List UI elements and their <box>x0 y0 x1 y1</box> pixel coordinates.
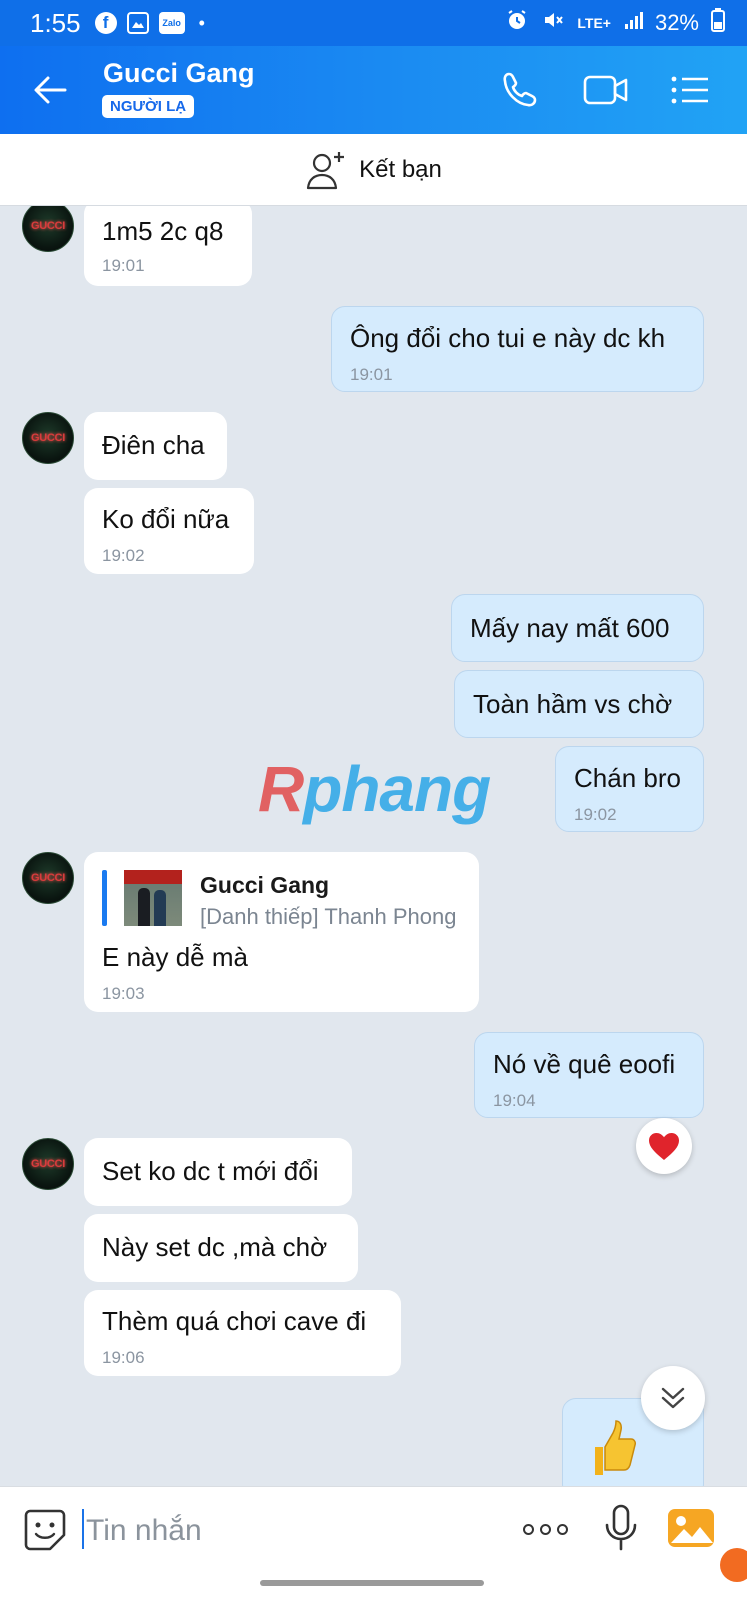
send-photo-button[interactable] <box>666 1505 716 1551</box>
message-bubble-incoming[interactable]: 1m5 2c q8 19:01 <box>84 206 252 286</box>
message-time: 19:03 <box>102 984 145 1003</box>
message-list[interactable]: Rphang GUCCI 1m5 2c q8 19:01 Ông đổi cho… <box>0 206 747 1486</box>
message-bubble-incoming[interactable]: Set ko dc t mới đổi <box>84 1138 352 1206</box>
message-bubble-incoming[interactable]: Thèm quá chơi cave đi 19:06 <box>84 1290 401 1376</box>
message-input[interactable] <box>86 1509 466 1553</box>
battery-percent: 32% <box>654 10 699 35</box>
message-bubble-incoming[interactable]: Ko đổi nữa 19:02 <box>84 488 254 574</box>
contact-name[interactable]: Gucci Gang <box>103 58 255 89</box>
message-bubble-outgoing[interactable]: Nó về quê eoofi 19:04 <box>474 1032 704 1118</box>
message-text: E này dễ mà <box>102 942 248 972</box>
message-text: Ko đổi nữa <box>102 504 230 534</box>
chat-header: Gucci Gang NGƯỜI LẠ <box>0 46 747 134</box>
text-cursor <box>82 1509 84 1549</box>
notification-dot-icon: • <box>198 12 205 33</box>
message-bubble-incoming[interactable]: Gucci Gang [Danh thiếp] Thanh Phong E nà… <box>84 852 479 1012</box>
message-time: 19:02 <box>102 546 145 565</box>
facebook-icon: f <box>94 12 117 34</box>
quoted-sender-name: Gucci Gang <box>200 872 330 898</box>
contact-avatar[interactable]: GUCCI <box>22 412 74 464</box>
message-time: 19:04 <box>493 1091 536 1110</box>
status-time: 1:55 <box>30 7 81 38</box>
voice-message-button[interactable] <box>603 1503 639 1553</box>
message-text: Nó về quê eoofi <box>493 1049 676 1079</box>
zalo-icon: Zalo <box>158 12 185 34</box>
sticker-button[interactable] <box>22 1507 68 1553</box>
back-arrow-icon <box>34 76 67 104</box>
message-text: Toàn hầm vs chờ <box>473 689 673 719</box>
message-bubble-outgoing[interactable]: Chán bro 19:02 <box>555 746 704 832</box>
voice-call-button[interactable] <box>494 64 546 116</box>
message-text: Này set dc ,mà chờ <box>102 1232 328 1262</box>
add-friend-icon <box>307 151 345 189</box>
message-bubble-outgoing[interactable]: Toàn hầm vs chờ <box>454 670 704 738</box>
message-time: 19:01 <box>102 256 145 275</box>
signal-icon <box>623 10 643 36</box>
reaction-button[interactable] <box>636 1118 692 1174</box>
thumbs-up-icon <box>595 1420 636 1475</box>
message-text: Thèm quá chơi cave đi <box>102 1306 367 1336</box>
mute-icon <box>541 8 565 38</box>
alarm-icon <box>505 8 529 38</box>
contact-avatar[interactable]: GUCCI <box>22 206 74 252</box>
message-time: 19:02 <box>574 805 617 824</box>
message-bubble-outgoing[interactable]: Ông đổi cho tui e này dc kh 19:01 <box>331 306 704 392</box>
message-text: Điên cha <box>102 430 205 460</box>
gallery-icon <box>126 12 149 34</box>
message-text: Mấy nay mất 600 <box>470 613 670 643</box>
contact-avatar[interactable]: GUCCI <box>22 1138 74 1190</box>
floating-bubble-icon[interactable] <box>720 1548 747 1582</box>
menu-list-icon <box>671 76 708 104</box>
stranger-badge: NGƯỜI LẠ <box>102 95 195 118</box>
double-chevron-down-icon <box>661 1387 685 1409</box>
network-type: LTE+ <box>577 15 611 31</box>
message-bubble-outgoing[interactable]: Mấy nay mất 600 <box>451 594 704 662</box>
watermark-logo: Rphang <box>258 753 491 825</box>
message-text: 1m5 2c q8 <box>102 216 224 246</box>
message-time: 19:06 <box>102 1348 145 1367</box>
photo-icon <box>668 1509 714 1547</box>
scroll-to-bottom-button[interactable] <box>641 1366 705 1430</box>
add-friend-button[interactable]: Kết bạn <box>0 134 747 206</box>
back-button[interactable] <box>24 64 76 116</box>
more-dots-icon <box>522 1523 534 1535</box>
contact-avatar[interactable]: GUCCI <box>22 852 74 904</box>
status-bar: 1:55 f Zalo • LTE+ 32% <box>0 0 747 46</box>
quoted-card-label: [Danh thiếp] Thanh Phong <box>200 904 457 929</box>
message-text: Chán bro <box>574 763 681 793</box>
home-indicator[interactable] <box>260 1580 484 1586</box>
video-call-button[interactable] <box>580 64 632 116</box>
message-bubble-incoming[interactable]: Điên cha <box>84 412 227 480</box>
message-text: Ông đổi cho tui e này dc kh <box>350 323 666 353</box>
message-text: Set ko dc t mới đổi <box>102 1156 319 1186</box>
message-time: 19:01 <box>350 365 393 384</box>
video-call-icon <box>583 75 628 105</box>
contact-card-thumbnail[interactable] <box>124 870 182 926</box>
sticker-icon <box>24 1509 66 1551</box>
message-bubble-incoming[interactable]: Này set dc ,mà chờ <box>84 1214 358 1282</box>
chat-options-button[interactable] <box>664 64 716 116</box>
quote-bar <box>102 870 107 926</box>
battery-icon <box>711 8 725 38</box>
more-options-button[interactable] <box>518 1511 572 1547</box>
microphone-icon <box>605 1504 637 1551</box>
heart-icon <box>649 1133 679 1160</box>
add-friend-label: Kết bạn <box>359 155 442 183</box>
phone-icon <box>503 72 537 107</box>
